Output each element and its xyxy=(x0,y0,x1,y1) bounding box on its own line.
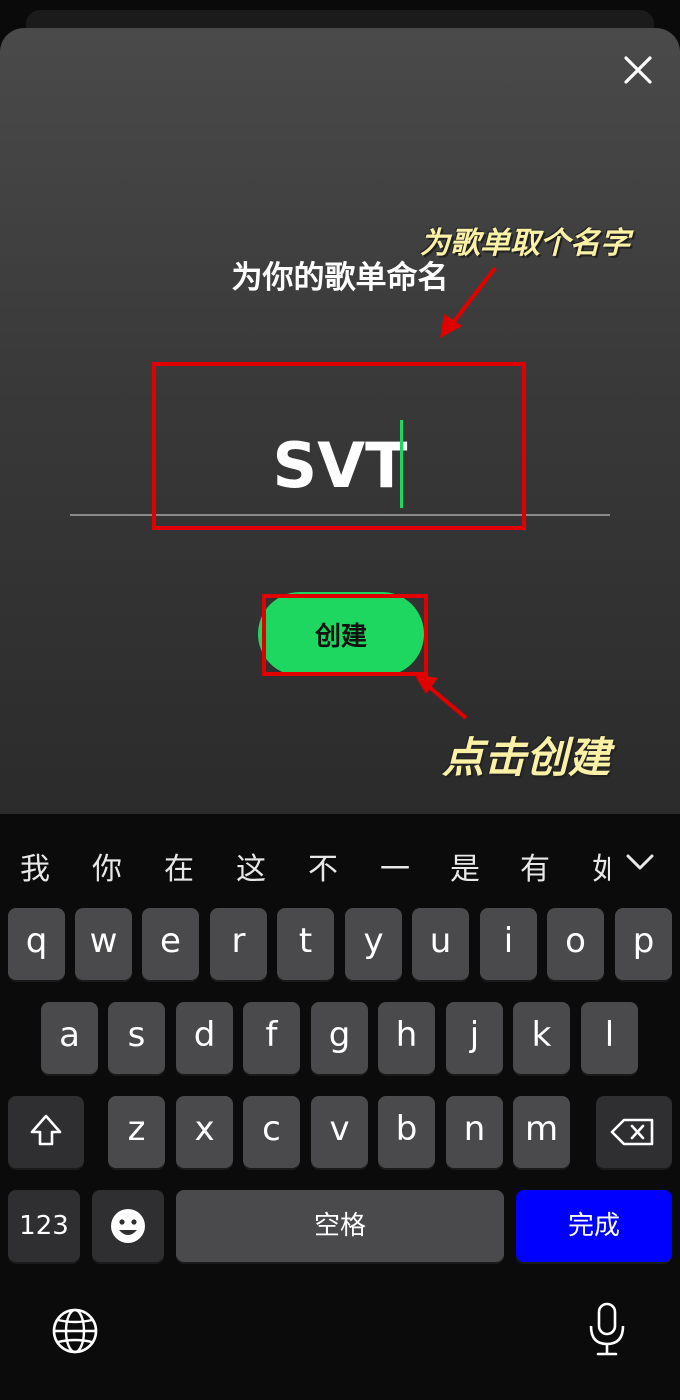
annotation-highlight-input xyxy=(152,362,526,530)
key-m[interactable]: m xyxy=(513,1096,570,1168)
key-label: y xyxy=(363,921,384,961)
key-label: v xyxy=(329,1109,350,1149)
delete-key[interactable] xyxy=(596,1096,672,1168)
key-label: s xyxy=(127,1015,146,1055)
key-e[interactable]: e xyxy=(142,908,199,980)
candidate-item[interactable]: 一 xyxy=(380,844,410,888)
delete-icon xyxy=(610,1118,654,1146)
shift-key[interactable] xyxy=(8,1096,84,1168)
key-label: o xyxy=(565,921,586,961)
key-v[interactable]: v xyxy=(311,1096,368,1168)
key-o[interactable]: o xyxy=(547,908,604,980)
key-label: i xyxy=(503,921,514,961)
candidate-item[interactable]: 有 xyxy=(520,844,550,888)
page-title: 为你的歌单命名 xyxy=(231,260,449,296)
key-q[interactable]: q xyxy=(8,908,65,980)
key-k[interactable]: k xyxy=(513,1002,570,1074)
key-x[interactable]: x xyxy=(176,1096,233,1168)
key-label: c xyxy=(262,1109,281,1149)
key-y[interactable]: y xyxy=(345,908,402,980)
key-label: g xyxy=(328,1015,351,1055)
key-u[interactable]: u xyxy=(412,908,469,980)
key-label: t xyxy=(298,921,313,961)
key-d[interactable]: d xyxy=(176,1002,233,1074)
key-label: d xyxy=(193,1015,216,1055)
key-label: a xyxy=(59,1015,80,1055)
key-label: m xyxy=(524,1109,559,1149)
close-icon[interactable] xyxy=(618,50,658,90)
shift-icon xyxy=(30,1114,62,1146)
numbers-key[interactable]: 123 xyxy=(8,1190,80,1262)
key-label: 完成 xyxy=(567,1211,620,1241)
key-label: z xyxy=(127,1109,146,1149)
space-key[interactable]: 空格 xyxy=(176,1190,504,1262)
candidate-item[interactable]: 你 xyxy=(92,844,122,888)
key-w[interactable]: w xyxy=(75,908,132,980)
key-p[interactable]: p xyxy=(615,908,672,980)
key-label: q xyxy=(25,921,48,961)
key-c[interactable]: c xyxy=(243,1096,300,1168)
candidate-bar: 我 你 在 这 不 一 是 有 如 xyxy=(0,820,610,904)
key-a[interactable]: a xyxy=(41,1002,98,1074)
key-label: e xyxy=(160,921,181,961)
key-label: 123 xyxy=(19,1211,69,1241)
key-t[interactable]: t xyxy=(277,908,334,980)
key-l[interactable]: l xyxy=(581,1002,638,1074)
key-label: k xyxy=(531,1015,552,1055)
annotation-highlight-create xyxy=(262,594,428,676)
key-label: n xyxy=(463,1109,486,1149)
microphone-icon[interactable] xyxy=(580,1300,634,1360)
key-label: j xyxy=(469,1015,480,1055)
candidate-item[interactable]: 不 xyxy=(308,844,338,888)
key-r[interactable]: r xyxy=(210,908,267,980)
chevron-down-icon[interactable] xyxy=(622,844,658,880)
key-g[interactable]: g xyxy=(311,1002,368,1074)
candidate-item[interactable]: 如 xyxy=(592,844,610,888)
key-label: h xyxy=(395,1015,418,1055)
key-n[interactable]: n xyxy=(446,1096,503,1168)
key-f[interactable]: f xyxy=(243,1002,300,1074)
key-b[interactable]: b xyxy=(378,1096,435,1168)
candidate-item[interactable]: 在 xyxy=(164,844,194,888)
key-label: x xyxy=(194,1109,215,1149)
emoji-icon xyxy=(111,1209,145,1243)
key-i[interactable]: i xyxy=(480,908,537,980)
key-j[interactable]: j xyxy=(446,1002,503,1074)
key-label: f xyxy=(265,1015,278,1055)
key-h[interactable]: h xyxy=(378,1002,435,1074)
key-label: b xyxy=(395,1109,418,1149)
emoji-key[interactable] xyxy=(92,1190,164,1262)
candidate-item[interactable]: 这 xyxy=(236,844,266,888)
key-label: r xyxy=(231,921,246,961)
candidate-item[interactable]: 是 xyxy=(450,844,480,888)
key-label: p xyxy=(632,921,655,961)
key-label: 空格 xyxy=(313,1211,366,1241)
candidate-item[interactable]: 我 xyxy=(20,844,50,888)
done-key[interactable]: 完成 xyxy=(516,1190,672,1262)
key-label: w xyxy=(89,921,118,961)
globe-icon[interactable] xyxy=(48,1304,102,1358)
key-s[interactable]: s xyxy=(108,1002,165,1074)
key-label: u xyxy=(429,921,452,961)
key-z[interactable]: z xyxy=(108,1096,165,1168)
key-label: l xyxy=(604,1015,615,1055)
annotation-create-hint: 点击创建 xyxy=(442,733,611,782)
